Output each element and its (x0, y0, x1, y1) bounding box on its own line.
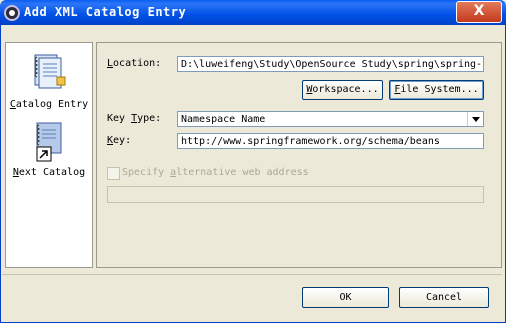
cancel-button[interactable]: Cancel (399, 287, 489, 308)
chevron-down-icon[interactable] (467, 112, 483, 126)
close-icon: X (473, 3, 485, 19)
file-system-button[interactable]: File System... (389, 80, 484, 100)
catalog-sidebar: Catalog Entry Next Catalog (5, 42, 93, 268)
key-type-select[interactable]: Namespace Name (177, 111, 484, 127)
close-button[interactable]: X (456, 1, 502, 23)
window-title: Add XML Catalog Entry (24, 5, 187, 19)
alt-web-address-label: Specify alternative web address (122, 167, 309, 178)
location-label: Location: (107, 58, 162, 69)
sidebar-label-next-catalog: Next Catalog (12, 167, 86, 178)
key-field[interactable]: http://www.springframework.org/schema/be… (177, 133, 484, 149)
key-label: Key: (107, 135, 132, 146)
catalog-entry-icon (34, 54, 66, 89)
workspace-button[interactable]: Workspace... (302, 80, 383, 100)
eclipse-icon (4, 5, 20, 21)
entry-form-panel: Location: D:\luweifeng\Study\OpenSource … (96, 42, 502, 268)
title-bar[interactable]: Add XML Catalog Entry X (0, 0, 506, 25)
sidebar-item-next-catalog[interactable]: Next Catalog (6, 117, 92, 181)
alt-web-address-checkbox[interactable] (107, 167, 120, 180)
key-type-label: Key Type: (107, 113, 162, 124)
alt-web-address-field[interactable] (107, 186, 484, 203)
sidebar-item-catalog-entry[interactable]: Catalog Entry (6, 47, 92, 113)
ok-button[interactable]: OK (302, 287, 389, 308)
footer-divider (2, 274, 502, 275)
next-catalog-icon (36, 122, 62, 162)
sidebar-label-catalog-entry: Catalog Entry (9, 99, 89, 110)
location-field[interactable]: D:\luweifeng\Study\OpenSource Study\spri… (177, 56, 484, 72)
key-type-value: Namespace Name (181, 114, 266, 125)
